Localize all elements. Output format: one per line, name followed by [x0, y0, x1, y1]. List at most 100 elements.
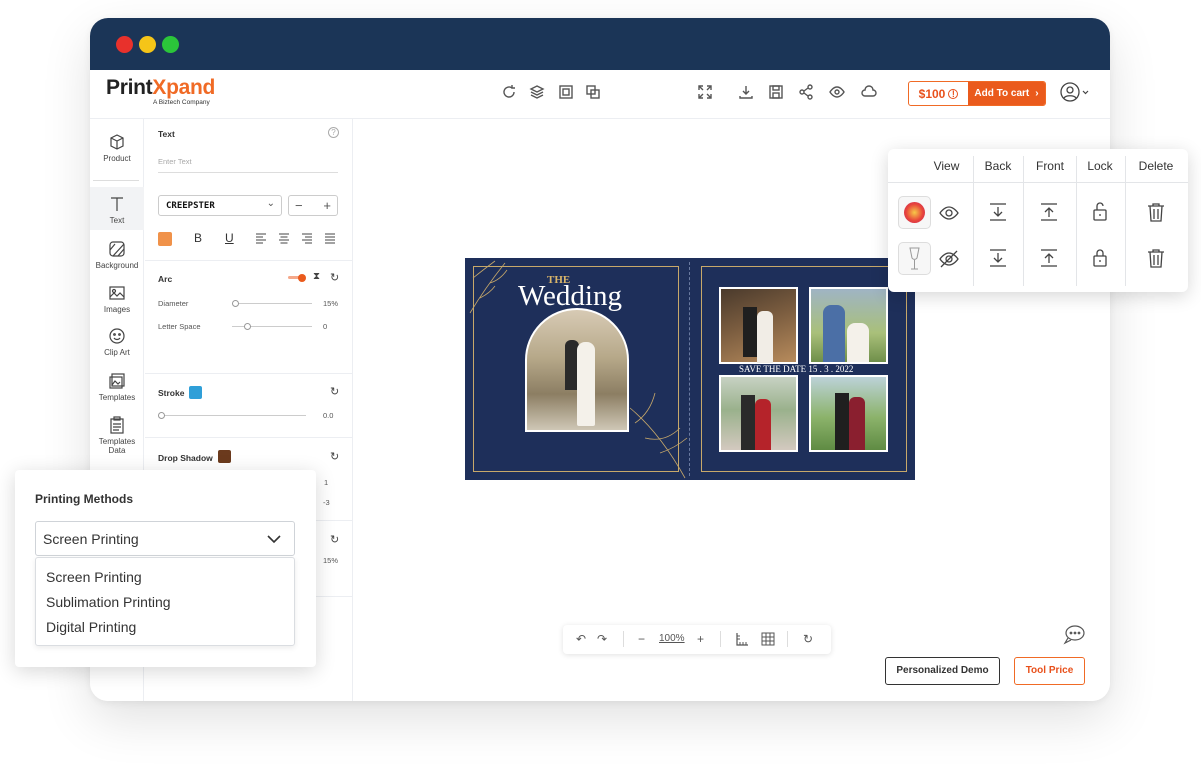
photo-couple-1[interactable] [719, 287, 798, 364]
arch-photo[interactable] [525, 308, 629, 432]
logo-text-end: pand [166, 76, 216, 99]
sidebar-item-text[interactable]: Text [90, 187, 144, 230]
zoom-level[interactable]: 100% [659, 633, 685, 644]
user-menu[interactable] [1060, 81, 1090, 103]
plus-icon[interactable]: + [323, 198, 331, 213]
minus-icon[interactable]: − [295, 198, 303, 213]
option-sublimation-printing[interactable]: Sublimation Printing [46, 594, 171, 610]
add-to-cart-button[interactable]: Add To cart › [968, 82, 1045, 105]
printing-methods-popup: Printing Methods Screen Printing Screen … [15, 470, 316, 667]
sidebar-item-background[interactable]: Background [90, 240, 144, 278]
duplicate-icon[interactable] [557, 84, 575, 102]
zoom-divider [720, 631, 721, 647]
reset-icon[interactable]: ↻ [330, 385, 339, 398]
eye-icon[interactable] [938, 202, 960, 224]
smiley-icon [109, 328, 125, 344]
font-size-stepper[interactable]: − + [288, 195, 338, 216]
text-color-swatch[interactable] [158, 232, 172, 246]
diameter-slider[interactable] [232, 300, 312, 307]
sidebar-item-clip-art[interactable]: Clip Art [90, 327, 144, 365]
top-toolbar: PrintXpand A Biztech Company $100! Add T… [90, 70, 1110, 119]
underline-icon[interactable]: U [225, 231, 234, 245]
close-window-button[interactable] [116, 36, 133, 53]
maximize-window-button[interactable] [162, 36, 179, 53]
ruler-icon[interactable] [735, 632, 749, 646]
printing-method-select[interactable]: Screen Printing [35, 521, 295, 556]
shadow-color-swatch[interactable] [218, 450, 231, 463]
stroke-color-swatch[interactable] [189, 386, 202, 399]
layers-header-view: View [933, 159, 960, 173]
tool-price-button[interactable]: Tool Price [1014, 657, 1085, 685]
zoom-in-icon[interactable]: + [697, 632, 704, 646]
sidebar-item-templates-data[interactable]: Templates Data [90, 416, 144, 464]
chevron-down-icon: ⌄ [266, 198, 275, 209]
floral-decoration-bottom [629, 392, 688, 479]
info-icon[interactable]: ! [948, 88, 959, 99]
save-icon[interactable] [767, 84, 785, 102]
preview-icon[interactable] [828, 84, 846, 102]
layer-thumbnail-glass[interactable] [898, 242, 931, 275]
grid-icon[interactable] [761, 632, 775, 646]
sidebar-item-label: Clip Art [104, 348, 130, 357]
fullscreen-icon[interactable] [696, 84, 714, 102]
bold-icon[interactable]: B [194, 231, 202, 245]
sidebar-item-label-line2: Data [108, 446, 126, 455]
send-backward-icon[interactable] [987, 247, 1009, 269]
redo-icon[interactable]: ↷ [597, 632, 607, 646]
zoom-divider [787, 631, 788, 647]
letter-space-slider[interactable] [232, 323, 312, 330]
trash-icon[interactable] [1145, 201, 1167, 223]
reset-icon[interactable]: ↻ [330, 271, 339, 284]
photo-couple-3[interactable] [719, 375, 798, 452]
bring-forward-icon[interactable] [1038, 201, 1060, 223]
undo-icon[interactable]: ↶ [576, 632, 586, 646]
layers-icon[interactable] [528, 84, 546, 102]
refresh-icon[interactable] [500, 84, 518, 102]
reset-view-icon[interactable]: ↻ [803, 632, 813, 646]
text-input[interactable]: Enter Text [158, 157, 192, 166]
cloud-icon[interactable] [860, 84, 878, 102]
save-the-date-text[interactable]: SAVE THE DATE 15 . 3 . 2022 [739, 364, 853, 374]
column-divider [1125, 156, 1126, 286]
diameter-label: Diameter [158, 299, 189, 308]
add-to-cart-label: Add To cart [974, 88, 1030, 99]
alignment-icons[interactable] [254, 232, 339, 244]
unlock-icon[interactable] [1089, 200, 1111, 222]
font-select[interactable]: CREEPSTER ⌄ [158, 195, 282, 216]
stroke-slider[interactable] [158, 412, 306, 419]
download-icon[interactable] [737, 84, 755, 102]
font-select-value: CREEPSTER [166, 201, 215, 211]
chat-icon[interactable] [1062, 624, 1086, 646]
arc-toggle[interactable] [288, 273, 306, 282]
send-backward-icon[interactable] [987, 201, 1009, 223]
wedding-card-design[interactable]: THE Wedding SAVE THE DATE 15 . 3 . 2022 [465, 258, 915, 480]
trash-icon[interactable] [1145, 247, 1167, 269]
column-divider [973, 156, 974, 286]
option-digital-printing[interactable]: Digital Printing [46, 619, 136, 635]
sidebar-item-product[interactable]: Product [90, 133, 144, 177]
reset-icon[interactable]: ↻ [330, 450, 339, 463]
brand-logo[interactable]: PrintXpand A Biztech Company [106, 76, 215, 106]
sidebar-item-images[interactable]: Images [90, 284, 144, 322]
lock-icon[interactable] [1089, 246, 1111, 268]
personalized-demo-button[interactable]: Personalized Demo [885, 657, 1000, 685]
layer-thumbnail-logo[interactable] [898, 196, 931, 229]
photo-couple-2[interactable] [809, 287, 888, 364]
minimize-window-button[interactable] [139, 36, 156, 53]
title-bar [90, 18, 1110, 70]
clipboard-icon [110, 416, 124, 434]
eye-off-icon[interactable] [938, 248, 960, 270]
reset-icon[interactable]: ↻ [330, 533, 339, 546]
layers-header-delete: Delete [1138, 159, 1174, 173]
option-screen-printing[interactable]: Screen Printing [46, 569, 142, 585]
layers-panel: View Back Front Lock Delete [888, 149, 1188, 292]
bring-forward-icon[interactable] [1038, 247, 1060, 269]
arc-flip-icon[interactable]: ⧗ [313, 271, 320, 282]
share-icon[interactable] [797, 84, 815, 102]
zoom-out-icon[interactable]: − [638, 632, 645, 646]
photo-couple-4[interactable] [809, 375, 888, 452]
sidebar-item-templates[interactable]: Templates [90, 372, 144, 412]
group-icon[interactable] [584, 84, 602, 102]
help-icon[interactable]: ? [328, 127, 339, 138]
text-section: Text ? Enter Text CREEPSTER ⌄ − + B U [145, 119, 353, 261]
